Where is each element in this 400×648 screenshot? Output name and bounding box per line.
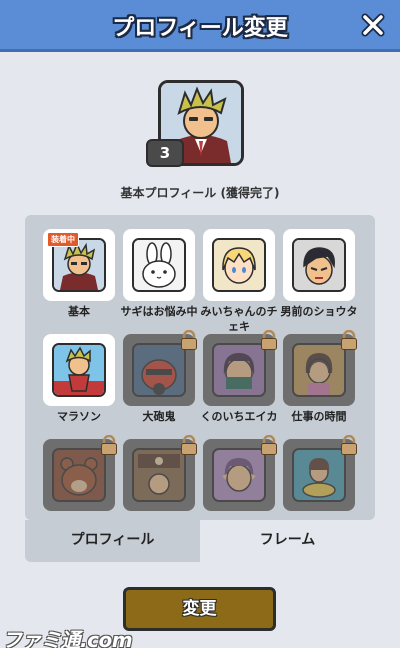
lock-icon <box>341 330 357 350</box>
profile-thumb <box>283 435 357 511</box>
profile-change-panel: プロフィール変更 3 基本プロフィール (獲得完了) 装着中 基本 サギはお悩み… <box>0 0 400 648</box>
lock-icon <box>181 435 197 455</box>
change-button[interactable]: 変更 <box>123 587 276 631</box>
girl-on-float-icon <box>292 448 346 502</box>
lock-icon <box>101 435 117 455</box>
profile-thumb <box>43 435 117 511</box>
lock-icon <box>341 435 357 455</box>
profile-thumb <box>43 334 115 406</box>
office-girl-icon <box>292 343 346 397</box>
profile-thumb <box>203 229 275 301</box>
profile-thumb <box>203 435 277 511</box>
dark-hair-boy-icon <box>292 238 346 292</box>
tab-frame[interactable]: フレーム <box>200 520 375 562</box>
equipped-badge: 装着中 <box>47 232 79 247</box>
kunoichi-icon <box>212 343 266 397</box>
runner-icon <box>52 343 106 397</box>
tab-bar: プロフィール フレーム <box>25 520 375 562</box>
profile-thumb <box>283 330 357 406</box>
watermark-logo: ファミ通.com <box>2 628 133 648</box>
profile-item-label: くのいちエイカ <box>200 410 278 423</box>
lock-icon <box>261 435 277 455</box>
elf-girl-icon <box>212 448 266 502</box>
cannon-ogre-icon <box>132 343 186 397</box>
profile-item-label: 男前のショウタ <box>280 305 358 318</box>
bear-icon <box>52 448 106 502</box>
collection-status-label: 基本プロフィール (獲得完了) <box>120 186 280 200</box>
page-title: プロフィール変更 <box>112 16 288 41</box>
profile-item-label: 大砲鬼 <box>142 410 176 423</box>
profile-thumb: 装着中 <box>43 229 115 301</box>
close-button[interactable] <box>358 10 388 40</box>
profile-item-label: マラソン <box>57 410 101 423</box>
lock-icon <box>261 330 277 350</box>
blonde-girl-icon <box>212 238 266 292</box>
profile-thumb <box>283 229 355 301</box>
white-rabbit-icon <box>132 238 186 292</box>
profile-thumb <box>123 229 195 301</box>
profile-item-label: 仕事の時間 <box>291 410 347 423</box>
level-badge: 3 <box>146 139 184 167</box>
shop-scene-icon <box>132 448 186 502</box>
close-icon <box>361 13 385 37</box>
profile-item-label: サギはお悩み中 <box>120 305 198 318</box>
profile-thumb <box>203 330 277 406</box>
profile-thumb <box>123 330 197 406</box>
tab-profile[interactable]: プロフィール <box>25 520 200 562</box>
lock-icon <box>181 330 197 350</box>
profile-grid: 装着中 基本 サギはお悩み中 みいちゃんのチェキ 男前のショウタ マラソン 大砲… <box>25 215 375 520</box>
profile-item-label: 基本 <box>68 305 90 318</box>
profile-thumb <box>123 435 197 511</box>
header-bar: プロフィール変更 <box>0 0 400 52</box>
